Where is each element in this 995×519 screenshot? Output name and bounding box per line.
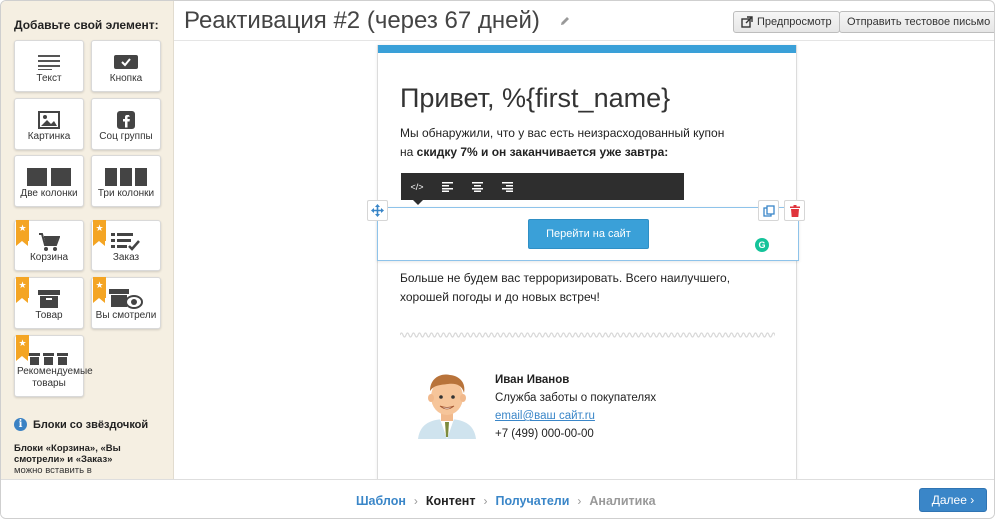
three-columns-icon <box>92 164 160 190</box>
info-text: Блоки «Корзина», «Вы смотрели» и «Заказ»… <box>14 443 164 479</box>
tile-three-columns[interactable]: Три колонки <box>91 155 161 207</box>
para1-prefix: на <box>400 145 417 159</box>
tile-cart[interactable]: ★ Корзина <box>14 220 84 271</box>
info-icon: i <box>14 418 27 431</box>
trash-icon <box>789 204 800 217</box>
tile-label: Товар <box>35 310 63 321</box>
external-link-icon <box>741 16 753 28</box>
page-title: Реактивация #2 (через 67 дней) <box>184 7 540 34</box>
chevron-right-icon: › <box>577 494 582 508</box>
sidebar-title: Добавьте свой элемент: <box>14 18 159 32</box>
send-test-label: Отправить тестовое письмо <box>847 16 991 28</box>
info-text-body: можно вставить в автоматические рассылки… <box>14 465 142 479</box>
delete-button[interactable] <box>784 200 805 221</box>
tile-two-columns[interactable]: Две колонки <box>14 155 84 207</box>
star-blocks-info: i Блоки со звёздочкой <box>14 418 148 431</box>
tile-label: Три колонки <box>97 188 155 199</box>
tile-viewed[interactable]: ★ Вы смотрели <box>91 277 161 329</box>
two-columns-icon <box>15 164 83 190</box>
tile-order[interactable]: ★ Заказ <box>91 220 161 271</box>
align-center-icon[interactable] <box>471 181 483 193</box>
email-paragraph-1[interactable]: Мы обнаружили, что у вас есть неизрасход… <box>400 124 780 162</box>
email-top-bar <box>378 45 796 53</box>
next-label: Далее <box>931 493 967 507</box>
elements-sidebar: Добавьте свой элемент: Текст Кнопка Карт… <box>1 1 174 479</box>
para1-line1: Мы обнаружили, что у вас есть неизрасход… <box>400 126 725 140</box>
selected-button-block[interactable]: Перейти на сайт G <box>377 207 799 261</box>
step-template[interactable]: Шаблон <box>356 494 406 508</box>
duplicate-button[interactable] <box>758 200 779 221</box>
header-divider <box>174 40 994 41</box>
tile-label: Заказ <box>112 252 140 263</box>
box-eye-icon <box>92 286 160 312</box>
email-canvas: Привет, %{first_name} Мы обнаружили, что… <box>367 45 805 485</box>
grammarly-icon[interactable]: G <box>755 238 769 252</box>
signature-block[interactable]: Иван Иванов Служба заботы о покупателях … <box>495 371 656 443</box>
app-window: Добавьте свой элемент: Текст Кнопка Карт… <box>0 0 995 519</box>
tile-label: Картинка <box>27 131 71 142</box>
signature-email-link[interactable]: email@ваш сайт.ru <box>495 410 595 422</box>
wizard-steps: Шаблон › Контент › Получатели › Аналитик… <box>356 494 656 508</box>
move-arrows-icon <box>371 204 384 217</box>
email-paragraph-2[interactable]: Больше не будем вас терроризировать. Все… <box>400 269 780 307</box>
step-recipients[interactable]: Получатели <box>495 494 569 508</box>
preview-label: Предпросмотр <box>757 16 832 28</box>
info-text-bold: Блоки «Корзина», «Вы смотрели» и «Заказ» <box>14 443 121 465</box>
image-icon <box>15 107 83 133</box>
text-lines-icon <box>15 49 83 75</box>
email-greeting[interactable]: Привет, %{first_name} <box>400 83 670 114</box>
signature-phone: +7 (499) 000-00-00 <box>495 428 594 440</box>
step-analytics: Аналитика <box>589 494 656 508</box>
tile-label: Две колонки <box>20 188 78 199</box>
code-icon[interactable]: </> <box>411 181 424 193</box>
box-icon <box>15 286 83 312</box>
tile-label: Вы смотрели <box>95 310 157 321</box>
wavy-divider <box>400 332 775 338</box>
facebook-icon <box>92 107 160 133</box>
move-handle[interactable] <box>367 200 388 221</box>
tile-recommended[interactable]: ★ Рекомендуемые товары <box>14 335 93 397</box>
cta-button[interactable]: Перейти на сайт <box>528 219 649 249</box>
align-right-icon[interactable] <box>501 181 513 193</box>
tile-label: Корзина <box>29 252 69 263</box>
tile-image[interactable]: Картинка <box>14 98 84 150</box>
tile-product[interactable]: ★ Товар <box>14 277 84 329</box>
step-content[interactable]: Контент <box>426 494 476 508</box>
para1-bold: скидку 7% и он заканчивается уже завтра: <box>416 145 669 159</box>
block-toolbar: </> <box>401 173 684 205</box>
tile-social[interactable]: Соц группы <box>91 98 161 150</box>
chevron-right-icon: › <box>413 494 418 508</box>
align-left-icon[interactable] <box>441 181 453 193</box>
info-title: Блоки со звёздочкой <box>33 418 149 431</box>
send-test-button[interactable]: Отправить тестовое письмо <box>839 11 994 33</box>
copy-icon <box>762 204 775 217</box>
tile-label: Соц группы <box>99 131 153 142</box>
tile-label: Текст <box>36 73 62 84</box>
avatar <box>418 374 476 439</box>
next-button[interactable]: Далее › <box>919 488 987 512</box>
signature-role: Служба заботы о покупателях <box>495 392 657 404</box>
button-icon <box>92 49 160 75</box>
chevron-right-icon: › <box>483 494 488 508</box>
wizard-footer: Шаблон › Контент › Получатели › Аналитик… <box>1 479 994 518</box>
tile-label: Рекомендуемые товары <box>17 366 93 389</box>
signature-name: Иван Иванов <box>495 374 570 386</box>
preview-button[interactable]: Предпросмотр <box>733 11 840 33</box>
pencil-icon[interactable] <box>559 15 571 27</box>
tile-text[interactable]: Текст <box>14 40 84 92</box>
tile-button[interactable]: Кнопка <box>91 40 161 92</box>
tile-label: Кнопка <box>109 73 143 84</box>
